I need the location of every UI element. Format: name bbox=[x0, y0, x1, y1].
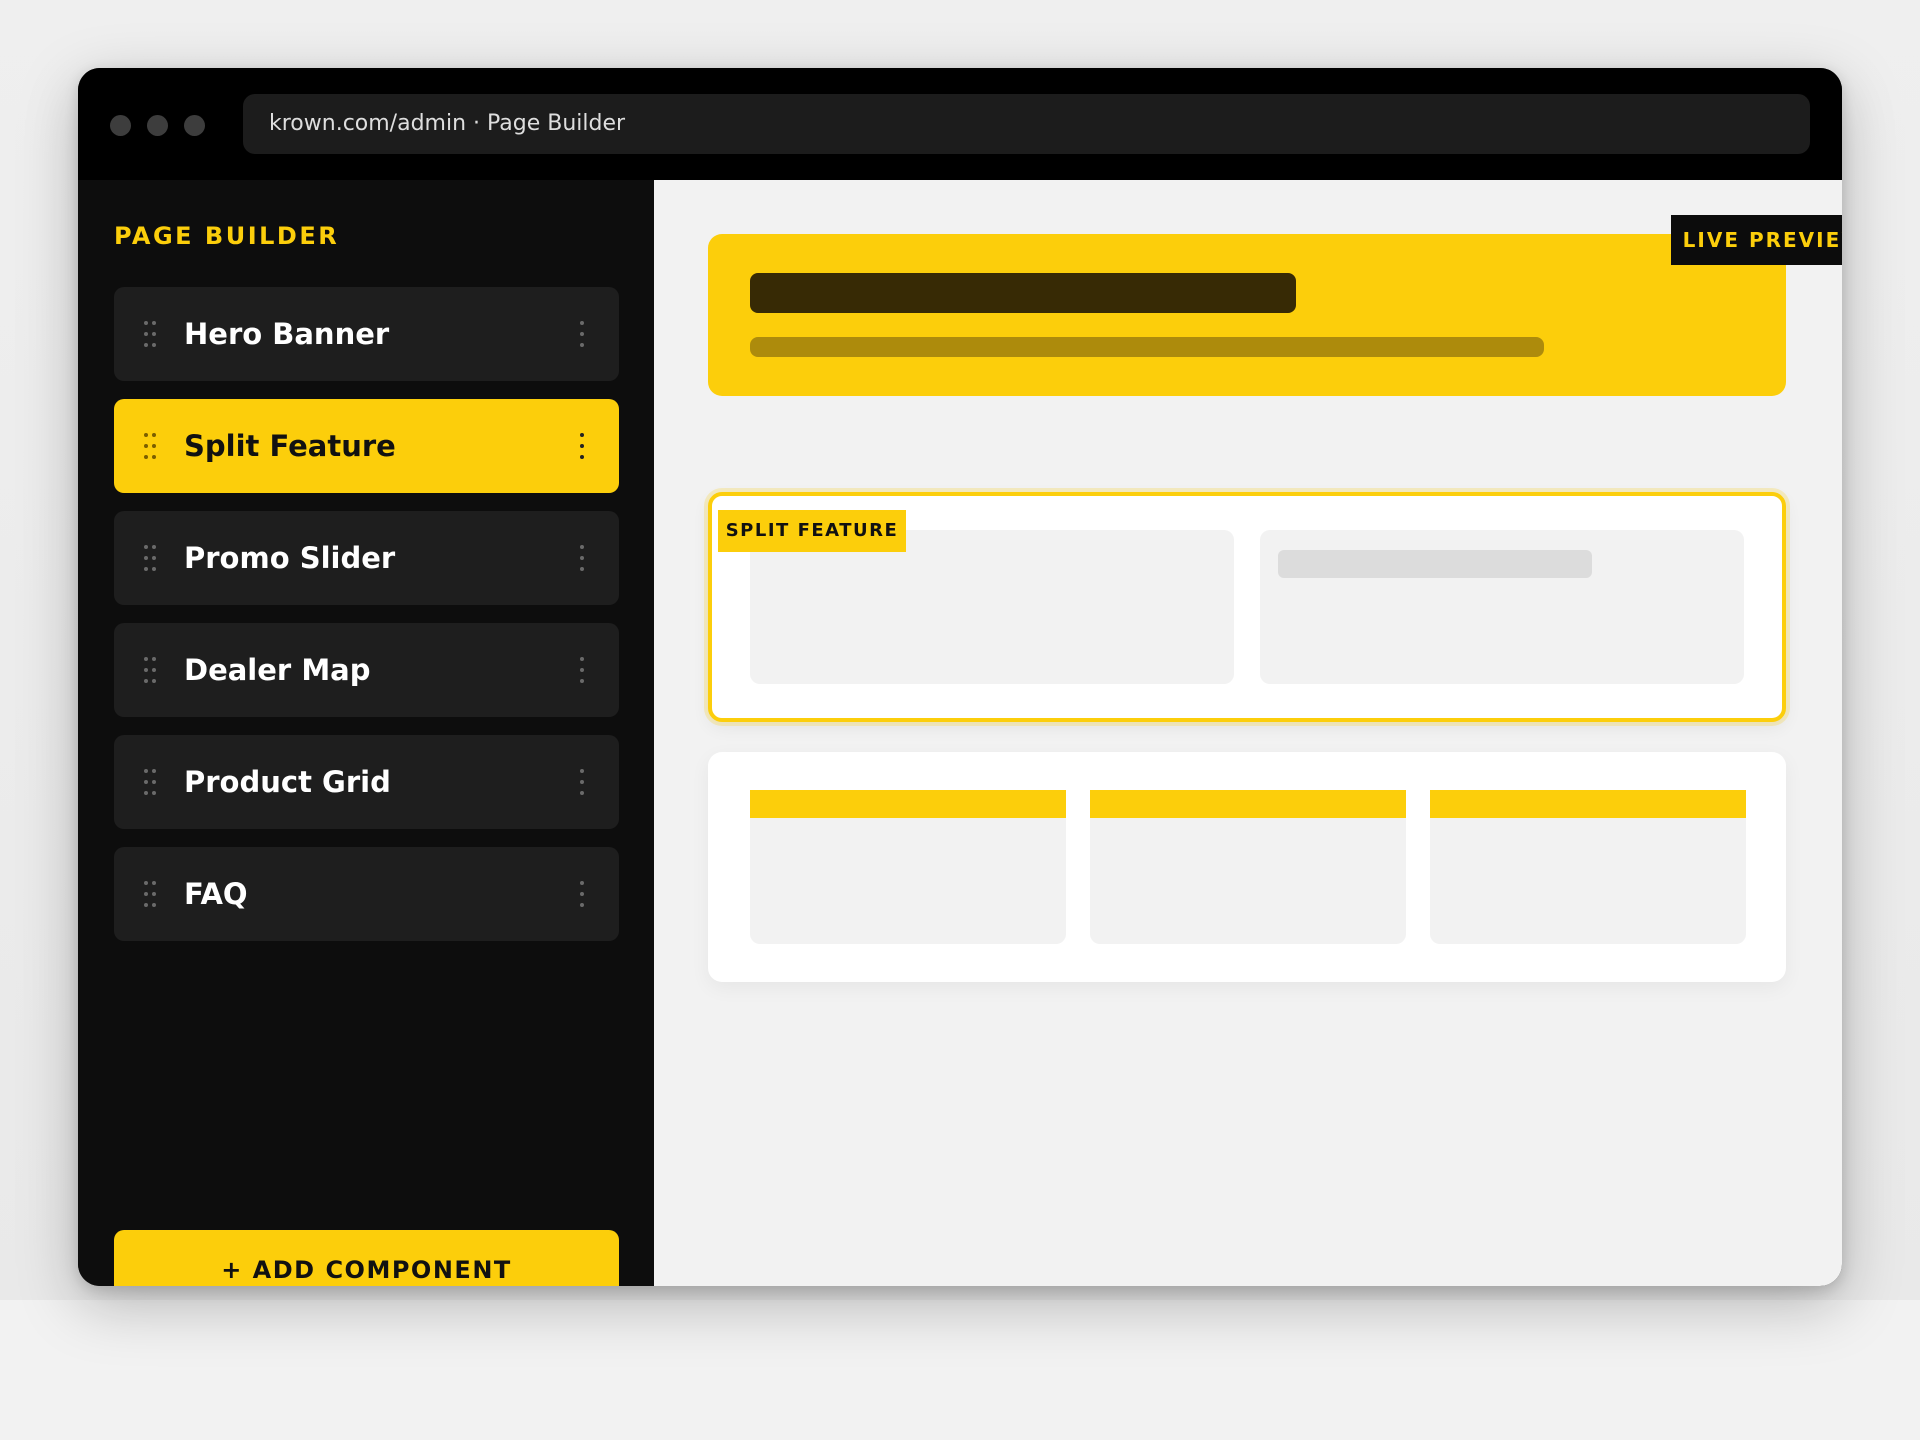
sidebar-item-product-grid[interactable]: Product Grid bbox=[114, 735, 619, 829]
sidebar-item-promo-slider[interactable]: Promo Slider bbox=[114, 511, 619, 605]
more-vertical-icon[interactable] bbox=[579, 431, 585, 461]
sidebar-item-dealer-map[interactable]: Dealer Map bbox=[114, 623, 619, 717]
drag-handle-icon[interactable] bbox=[142, 767, 158, 797]
sidebar-item-label: FAQ bbox=[184, 877, 248, 911]
drag-handle-icon[interactable] bbox=[142, 543, 158, 573]
more-vertical-icon[interactable] bbox=[579, 655, 585, 685]
sidebar-title: PAGE BUILDER bbox=[114, 222, 340, 250]
hero-title-placeholder bbox=[750, 273, 1296, 313]
minimize-window-dot[interactable] bbox=[147, 115, 168, 136]
grid-card-placeholder bbox=[1430, 790, 1746, 944]
address-bar[interactable]: krown.com/admin · Page Builder bbox=[243, 94, 1810, 154]
selected-block-tag: SPLIT FEATURE bbox=[718, 510, 906, 552]
split-feature-block[interactable]: SPLIT FEATURE bbox=[708, 492, 1786, 722]
sidebar-item-label: Split Feature bbox=[184, 429, 396, 463]
drag-handle-icon[interactable] bbox=[142, 431, 158, 461]
product-grid-block[interactable] bbox=[708, 752, 1786, 982]
more-vertical-icon[interactable] bbox=[579, 879, 585, 909]
sidebar-item-label: Product Grid bbox=[184, 765, 391, 799]
split-content-placeholder bbox=[1260, 530, 1744, 684]
hero-banner-block[interactable] bbox=[708, 234, 1786, 396]
live-preview-badge: LIVE PREVIEW bbox=[1671, 215, 1842, 265]
maximize-window-dot[interactable] bbox=[184, 115, 205, 136]
browser-window: krown.com/admin · Page Builder PAGE BUIL… bbox=[78, 68, 1842, 1286]
sidebar-item-label: Dealer Map bbox=[184, 653, 371, 687]
backdrop: krown.com/admin · Page Builder PAGE BUIL… bbox=[0, 0, 1920, 1300]
drag-handle-icon[interactable] bbox=[142, 655, 158, 685]
grid-card-placeholder bbox=[1090, 790, 1406, 944]
hero-subtitle-placeholder bbox=[750, 337, 1544, 357]
split-text-placeholder bbox=[1278, 550, 1592, 578]
component-sidebar: PAGE BUILDER Hero Banner Split Feature P… bbox=[78, 180, 654, 1286]
sidebar-item-hero-banner[interactable]: Hero Banner bbox=[114, 287, 619, 381]
split-image-placeholder bbox=[750, 530, 1234, 684]
more-vertical-icon[interactable] bbox=[579, 543, 585, 573]
live-preview-canvas: LIVE PREVIEW SPLIT FEATURE bbox=[654, 180, 1842, 1286]
add-component-button[interactable]: + ADD COMPONENT bbox=[114, 1230, 619, 1286]
sidebar-item-split-feature[interactable]: Split Feature bbox=[114, 399, 619, 493]
sidebar-item-label: Promo Slider bbox=[184, 541, 396, 575]
more-vertical-icon[interactable] bbox=[579, 767, 585, 797]
drag-handle-icon[interactable] bbox=[142, 319, 158, 349]
close-window-dot[interactable] bbox=[110, 115, 131, 136]
drag-handle-icon[interactable] bbox=[142, 879, 158, 909]
sidebar-item-label: Hero Banner bbox=[184, 317, 390, 351]
more-vertical-icon[interactable] bbox=[579, 319, 585, 349]
sidebar-item-faq[interactable]: FAQ bbox=[114, 847, 619, 941]
grid-card-placeholder bbox=[750, 790, 1066, 944]
title-bar: krown.com/admin · Page Builder bbox=[78, 68, 1842, 180]
